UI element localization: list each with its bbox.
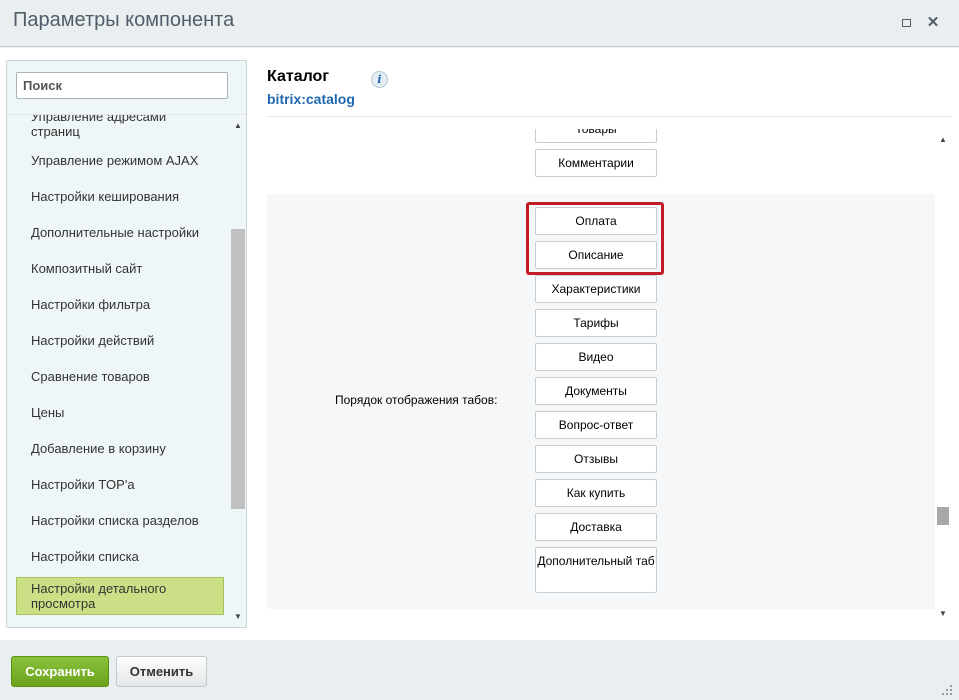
- tab-order-item-reviews[interactable]: Отзывы: [535, 445, 657, 473]
- tabs-order-label: Порядок отображения табов:: [335, 393, 498, 407]
- sidebar-item-top[interactable]: Настройки TOP'a: [7, 467, 233, 503]
- sidebar-scrollbar[interactable]: ▲ ▼: [231, 115, 245, 627]
- sidebar-list-viewport: Управление адресами страниц Управление р…: [7, 115, 233, 627]
- resize-grip-icon[interactable]: [941, 684, 953, 696]
- sidebar-item-prices[interactable]: Цены: [7, 395, 233, 431]
- maximize-icon[interactable]: [899, 16, 913, 30]
- sidebar-item-ajax[interactable]: Управление режимом AJAX: [7, 143, 233, 179]
- sidebar-item-list[interactable]: Настройки списка: [7, 539, 233, 575]
- tab-order-item-delivery[interactable]: Доставка: [535, 513, 657, 541]
- settings-sidebar: Управление адресами страниц Управление р…: [6, 60, 247, 628]
- tab-order-item-documents[interactable]: Документы: [535, 377, 657, 405]
- scroll-up-icon[interactable]: ▲: [234, 121, 242, 130]
- content-scroll-thumb[interactable]: [937, 507, 949, 525]
- content-scrollbar[interactable]: ▲ ▼: [936, 129, 951, 623]
- info-icon[interactable]: i: [371, 71, 388, 88]
- dialog-footer: Сохранить Отменить: [0, 640, 959, 700]
- sidebar-list: Управление адресами страниц Управление р…: [7, 115, 233, 627]
- dialog-title: Параметры компонента: [13, 9, 235, 31]
- sidebar-item-compare[interactable]: Сравнение товаров: [7, 359, 233, 395]
- header-divider: [267, 116, 951, 117]
- tab-order-item-comments[interactable]: Комментарии: [535, 149, 657, 177]
- dialog-titlebar: Параметры компонента ✕: [0, 0, 959, 47]
- save-button[interactable]: Сохранить: [11, 656, 109, 687]
- component-title: Каталог: [267, 68, 329, 85]
- tab-order-item-faq[interactable]: Вопрос-ответ: [535, 411, 657, 439]
- highlight-frame: [526, 202, 664, 275]
- tab-order-item-goods[interactable]: Товары: [535, 129, 657, 143]
- sidebar-scroll-thumb[interactable]: [231, 229, 245, 509]
- component-code: bitrix:catalog: [267, 91, 355, 107]
- sidebar-item-detail-view[interactable]: Настройки детального просмотра: [16, 577, 224, 615]
- tab-order-item-video[interactable]: Видео: [535, 343, 657, 371]
- settings-content: Товары Комментарии Порядок отображения т…: [267, 129, 935, 623]
- sidebar-item-section-list[interactable]: Настройки списка разделов: [7, 503, 233, 539]
- dialog-body: Управление адресами страниц Управление р…: [0, 48, 959, 640]
- sidebar-item-additional[interactable]: Дополнительные настройки: [7, 215, 233, 251]
- sidebar-item-add-to-cart[interactable]: Добавление в корзину: [7, 431, 233, 467]
- tab-order-item-characteristics[interactable]: Характеристики: [535, 275, 657, 303]
- cancel-button[interactable]: Отменить: [116, 656, 207, 687]
- tab-order-item-how-to-buy[interactable]: Как купить: [535, 479, 657, 507]
- search-input[interactable]: [16, 72, 228, 99]
- sidebar-item-url-management[interactable]: Управление адресами страниц: [7, 115, 233, 143]
- sidebar-item-next[interactable]: Настройки ...: [7, 615, 233, 627]
- scroll-down-icon[interactable]: ▼: [234, 612, 242, 621]
- scroll-down-icon[interactable]: ▼: [939, 609, 947, 618]
- tab-order-item-tariffs[interactable]: Тарифы: [535, 309, 657, 337]
- scroll-up-icon[interactable]: ▲: [939, 135, 947, 144]
- sidebar-item-actions[interactable]: Настройки действий: [7, 323, 233, 359]
- sidebar-item-filter[interactable]: Настройки фильтра: [7, 287, 233, 323]
- close-icon[interactable]: ✕: [926, 15, 940, 30]
- sidebar-item-composite[interactable]: Композитный сайт: [7, 251, 233, 287]
- tab-order-item-extra-tab[interactable]: Дополнительный таб: [535, 547, 657, 593]
- sidebar-item-caching[interactable]: Настройки кеширования: [7, 179, 233, 215]
